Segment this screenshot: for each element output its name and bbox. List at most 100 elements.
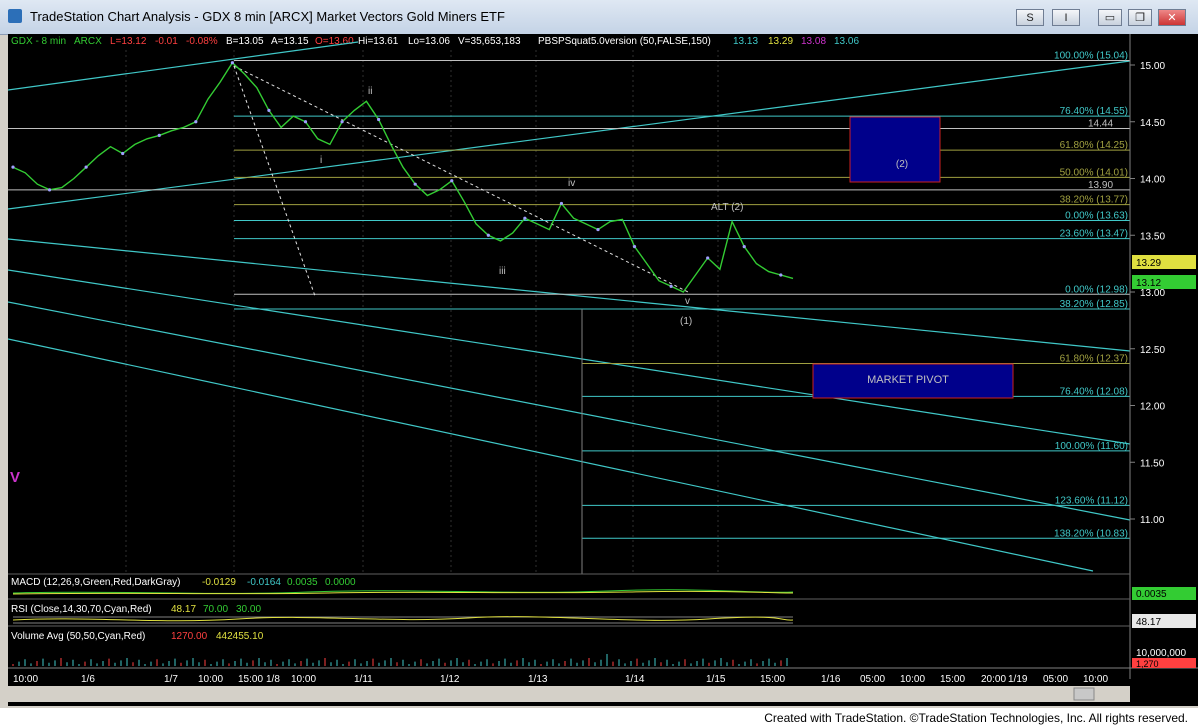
price-point [706, 256, 710, 260]
ind-value-1: 13.13 [733, 36, 758, 47]
macd-tag-text: 0.0035 [1136, 589, 1167, 600]
target-boxes: (2) MARKET PIVOT [812, 116, 1014, 399]
tradestation-app-icon [8, 9, 22, 23]
fib-label-11: 100.00% (11.60) [1055, 441, 1128, 452]
y-tick-label-3: 13.50 [1140, 231, 1165, 242]
price-point [450, 179, 454, 183]
macd-value-2: -0.0164 [247, 577, 281, 588]
fib-label-1: 76.40% (14.55) [1060, 106, 1128, 117]
wave-2-box-label: (2) [896, 159, 908, 170]
y-tick-label-8: 11.00 [1140, 515, 1165, 526]
y-tick-label-2: 14.00 [1140, 175, 1165, 186]
price-point [121, 151, 125, 156]
x-tick-label-6: 10:00 [291, 674, 316, 685]
hline-label-0: 14.44 [1088, 119, 1113, 130]
volume-bars [12, 654, 788, 666]
s-dropdown-button[interactable]: S [1016, 9, 1044, 26]
horizontal-scrollbar[interactable] [8, 686, 1130, 702]
price-point [596, 227, 600, 232]
price-point [377, 117, 381, 122]
macd-value-4: 0.0000 [325, 577, 356, 588]
y-tick-label-7: 11.50 [1140, 458, 1165, 469]
header-pct: -0.08% [186, 36, 218, 47]
title-bar: TradeStation Chart Analysis - GDX 8 min … [0, 0, 1198, 35]
wave-label-v: v [685, 296, 690, 307]
chart-area[interactable]: GDX - 8 min ARCX L=13.12 -0.01 -0.08% B=… [7, 34, 1198, 706]
rsi-value-3: 30.00 [236, 604, 261, 615]
price-point [413, 182, 417, 186]
trendline-0 [7, 41, 359, 91]
x-tick-label-15: 10:00 [900, 674, 925, 685]
rsi-value-2: 70.00 [203, 604, 228, 615]
macd-value-3: 0.0035 [287, 577, 318, 588]
header-indicator: PBSPSquat5.0version (50,FALSE,150) [538, 36, 711, 47]
dashed-line-2 [233, 65, 689, 293]
header-low: Lo=13.06 [408, 36, 450, 47]
header-symbol: GDX - 8 min [11, 36, 66, 47]
trendline-3 [7, 269, 1131, 445]
price-point [230, 61, 234, 65]
fib-label-10: 76.40% (12.08) [1060, 386, 1128, 397]
wave-label-ii: ii [368, 86, 372, 97]
fib-label-6: 23.60% (13.47) [1060, 229, 1128, 240]
fib-label-7: 0.00% (12.98) [1065, 284, 1128, 295]
fib-label-5: 0.00% (13.63) [1065, 210, 1128, 221]
y-tick-label-1: 14.50 [1140, 118, 1165, 129]
x-tick-label-14: 05:00 [860, 674, 885, 685]
wave-2-box [849, 116, 941, 183]
y-tick-label-0: 15.00 [1140, 61, 1165, 72]
wave-label-i: i [320, 155, 322, 166]
x-tick-label-10: 1/14 [625, 674, 645, 685]
i-dropdown-button[interactable]: I [1052, 9, 1080, 26]
maximize-button[interactable]: ❐ [1128, 9, 1152, 26]
dashed-projections [233, 65, 689, 297]
trend-lines [7, 41, 1131, 572]
fib-label-3: 50.00% (14.01) [1060, 167, 1128, 178]
header-ask: A=13.15 [271, 36, 309, 47]
fib-label-4: 38.20% (13.77) [1060, 195, 1128, 206]
x-tick-label-1: 1/6 [81, 674, 95, 685]
price-point [84, 165, 88, 169]
x-tick-label-3: 10:00 [198, 674, 223, 685]
header-last: L=13.12 [110, 36, 147, 47]
wave-label-iv: iv [568, 178, 575, 189]
volume-value-2: 442455.10 [216, 631, 264, 642]
minimize-button[interactable]: ▭ [1098, 9, 1122, 26]
x-tick-label-19: 05:00 [1043, 674, 1068, 685]
scrollbar-track[interactable] [8, 686, 1130, 702]
header-exchange: ARCX [74, 36, 102, 47]
time-axis: 10:00 1/6 1/7 10:00 15:00 1/8 10:00 1/11 1/12 1/1… [13, 674, 1108, 685]
window-title: TradeStation Chart Analysis - GDX 8 min … [30, 9, 505, 24]
y-tick-label-5: 12.50 [1140, 345, 1165, 356]
x-tick-label-16: 15:00 [940, 674, 965, 685]
hline-label-1: 13.90 [1088, 180, 1113, 191]
footer: Created with TradeStation. ©TradeStation… [0, 708, 1198, 726]
volume-label: Volume Avg (50,50,Cyan,Red) [11, 631, 145, 642]
rsi-tag-text: 48.17 [1136, 617, 1161, 628]
fib-label-2: 61.80% (14.25) [1060, 140, 1128, 151]
x-tick-label-9: 1/13 [528, 674, 548, 685]
ind-value-2: 13.29 [768, 36, 793, 47]
price-point [47, 188, 52, 192]
price-markers [11, 61, 783, 288]
price-tag-yellow-text: 13.29 [1136, 258, 1161, 269]
price-point [11, 165, 15, 169]
chart-svg[interactable]: GDX - 8 min ARCX L=13.12 -0.01 -0.08% B=… [7, 34, 1198, 706]
scrollbar-thumb[interactable] [1073, 687, 1095, 701]
price-point [267, 108, 271, 112]
x-tick-label-12: 15:00 [760, 674, 785, 685]
x-tick-label-2: 1/7 [164, 674, 178, 685]
macd-panel: MACD (12,26,9,Green,Red,DarkGray) -0.012… [11, 577, 1196, 600]
rsi-panel: RSI (Close,14,30,70,Cyan,Red) 48.17 70.0… [11, 604, 1196, 628]
y-tick-label-6: 12.00 [1140, 402, 1165, 413]
x-tick-label-11: 1/15 [706, 674, 726, 685]
x-tick-label-0: 10:00 [13, 674, 38, 685]
wave-label-iii: iii [499, 266, 506, 277]
y-tick-label-4: 13.00 [1140, 288, 1165, 299]
v-marker: V [10, 469, 20, 486]
close-button[interactable]: ✕ [1158, 9, 1186, 26]
price-point [340, 120, 344, 124]
ind-value-3: 13.08 [801, 36, 826, 47]
price-point [157, 133, 161, 137]
rsi-label: RSI (Close,14,30,70,Cyan,Red) [11, 604, 152, 615]
